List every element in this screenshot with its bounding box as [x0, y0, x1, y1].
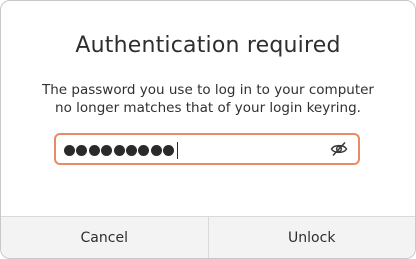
dialog-message: The password you use to log in to your c…: [1, 81, 415, 117]
password-dot: [150, 144, 162, 156]
message-line-1: The password you use to log in to your c…: [42, 82, 374, 98]
password-dot: [138, 144, 150, 156]
password-mask: [64, 141, 179, 159]
password-dot: [163, 144, 175, 156]
eye-crossed-icon[interactable]: [330, 141, 348, 157]
cancel-button[interactable]: Cancel: [1, 217, 208, 258]
unlock-button[interactable]: Unlock: [207, 217, 416, 258]
password-dot: [88, 144, 100, 156]
password-dot: [76, 144, 88, 156]
password-dot: [101, 144, 113, 156]
button-bar: Cancel Unlock: [1, 216, 416, 258]
auth-dialog: Authentication required The password you…: [0, 0, 416, 259]
password-field[interactable]: [54, 133, 360, 165]
message-line-2: no longer matches that of your login key…: [55, 100, 361, 116]
dialog-title: Authentication required: [75, 33, 341, 58]
password-dot: [64, 144, 75, 156]
text-caret: [176, 141, 179, 159]
password-dot: [125, 144, 137, 156]
password-dot: [113, 144, 125, 156]
